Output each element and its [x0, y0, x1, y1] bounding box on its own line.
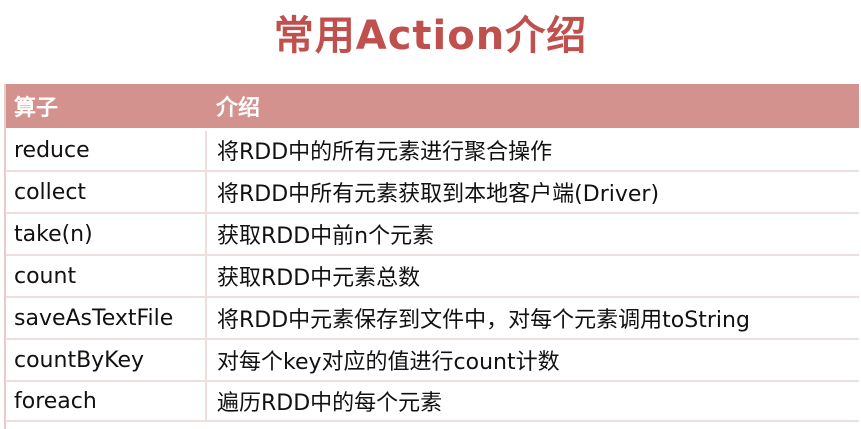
operator-cell: foreach: [4, 381, 207, 422]
operator-cell: saveAsTextFile: [4, 297, 207, 340]
description-cell: 将RDD中的所有元素进行聚合操作: [206, 129, 859, 172]
operator-cell: countByKey: [4, 339, 207, 382]
table-header: 算子 介绍: [4, 84, 859, 131]
description-cell: 遍历RDD中的每个元素: [206, 381, 859, 422]
description-cell: 对每个key对应的值进行count计数: [206, 339, 859, 382]
table-left-border: [4, 84, 6, 429]
table-row: take(n) 获取RDD中前n个元素: [4, 213, 859, 256]
table-row: count 获取RDD中元素总数: [4, 255, 859, 298]
table-row: saveAsTextFile 将RDD中元素保存到文件中，对每个元素调用toSt…: [4, 297, 859, 340]
header-description: 介绍: [206, 84, 859, 131]
description-cell: 获取RDD中元素总数: [206, 255, 859, 298]
description-cell: 将RDD中所有元素获取到本地客户端(Driver): [206, 171, 859, 214]
header-row: 算子 介绍: [4, 84, 859, 131]
header-operator: 算子: [4, 84, 206, 131]
operator-cell: collect: [4, 171, 207, 214]
table-body: reduce 将RDD中的所有元素进行聚合操作 collect 将RDD中所有元…: [4, 129, 859, 422]
table-row: countByKey 对每个key对应的值进行count计数: [4, 339, 859, 382]
action-table: 算子 介绍 reduce 将RDD中的所有元素进行聚合操作 collect 将R…: [4, 84, 859, 422]
operator-cell: take(n): [4, 213, 207, 256]
description-cell: 获取RDD中前n个元素: [206, 213, 859, 256]
description-cell: 将RDD中元素保存到文件中，对每个元素调用toString: [206, 297, 859, 340]
table-row: reduce 将RDD中的所有元素进行聚合操作: [4, 129, 859, 172]
slide-title: 常用Action介绍: [273, 13, 588, 59]
table-row: collect 将RDD中所有元素获取到本地客户端(Driver): [4, 171, 859, 214]
table-row: foreach 遍历RDD中的每个元素: [4, 381, 859, 422]
action-table-container: 算子 介绍 reduce 将RDD中的所有元素进行聚合操作 collect 将R…: [4, 84, 859, 429]
operator-cell: count: [4, 255, 207, 298]
operator-cell: reduce: [4, 129, 207, 172]
